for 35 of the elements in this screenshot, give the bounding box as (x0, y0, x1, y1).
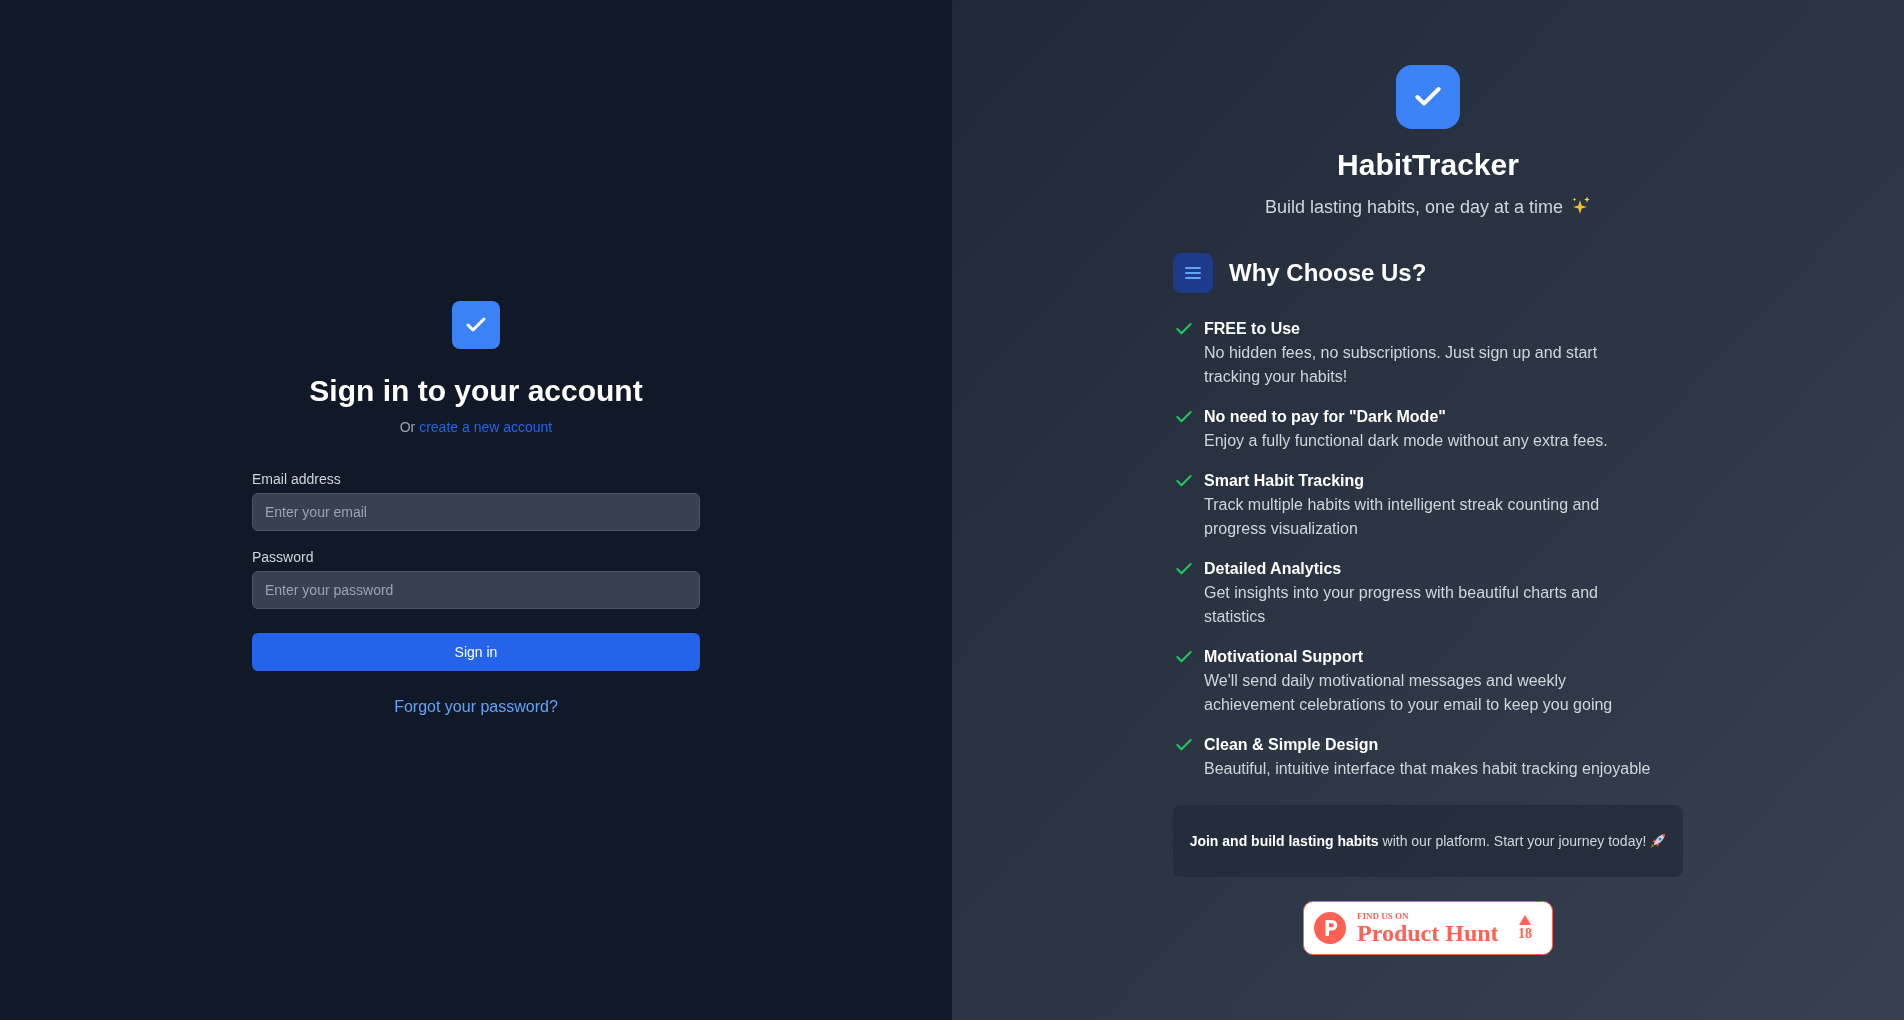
sign-in-button[interactable]: Sign in (252, 633, 700, 671)
feature-description: We'll send daily motivational messages and weekly achievement celebrations to your email to keep you going (1204, 671, 1614, 715)
feature-title: No need to pay for "Dark Mode" (1204, 407, 1446, 427)
feature-description: Enjoy a fully functional dark mode without any extra fees. (1204, 431, 1609, 451)
forgot-password-link[interactable]: Forgot your password? (394, 695, 558, 719)
section-title: Why Choose Us? (1229, 258, 1427, 288)
rocket-icon (1650, 833, 1667, 849)
check-icon (1396, 65, 1460, 129)
product-hunt-badge[interactable]: FIND US ON Product Hunt 18 (1303, 901, 1553, 955)
feature-title: Clean & Simple Design (1204, 735, 1379, 755)
badge-title: Product Hunt (1357, 921, 1499, 945)
feature-title: Motivational Support (1204, 647, 1364, 667)
feature-title: FREE to Use (1204, 319, 1300, 339)
feature-title: Detailed Analytics (1204, 559, 1342, 579)
field-label: Email address (252, 470, 341, 489)
app-name: HabitTracker (1337, 147, 1519, 183)
field-label: Password (252, 548, 314, 567)
feature-description: Beautiful, intuitive interface that makes habit tracking enjoyable (1204, 759, 1652, 779)
upvote-triangle-icon (1519, 915, 1531, 925)
badge-caption: FIND US ON (1357, 911, 1409, 921)
prompt-text: Or (399, 419, 416, 435)
check-icon (452, 301, 500, 349)
feature-title: Smart Habit Tracking (1204, 471, 1365, 491)
feature-description: Track multiple habits with intelligent streak counting and progress visualization (1204, 495, 1601, 539)
menu-icon (1173, 253, 1213, 293)
logo-icon (1314, 912, 1346, 944)
feature-description: No hidden fees, no subscriptions. Just sign up and start tracking your habits! (1204, 343, 1599, 387)
input-field[interactable]: Enter your email (252, 493, 700, 531)
tagline: Build lasting habits, one day at a time (1264, 197, 1564, 217)
vote-count: 18 (1518, 927, 1532, 941)
input-field[interactable]: Enter your password (252, 571, 700, 609)
page-title: Sign in to your account (309, 373, 643, 409)
callout-text: Join and build lasting habits with our platform. Start your journey today! (1189, 832, 1647, 851)
feature-description: Get insights into your progress with beautiful charts and statistics (1204, 583, 1599, 627)
create-account-link[interactable]: create a new account (419, 419, 553, 435)
